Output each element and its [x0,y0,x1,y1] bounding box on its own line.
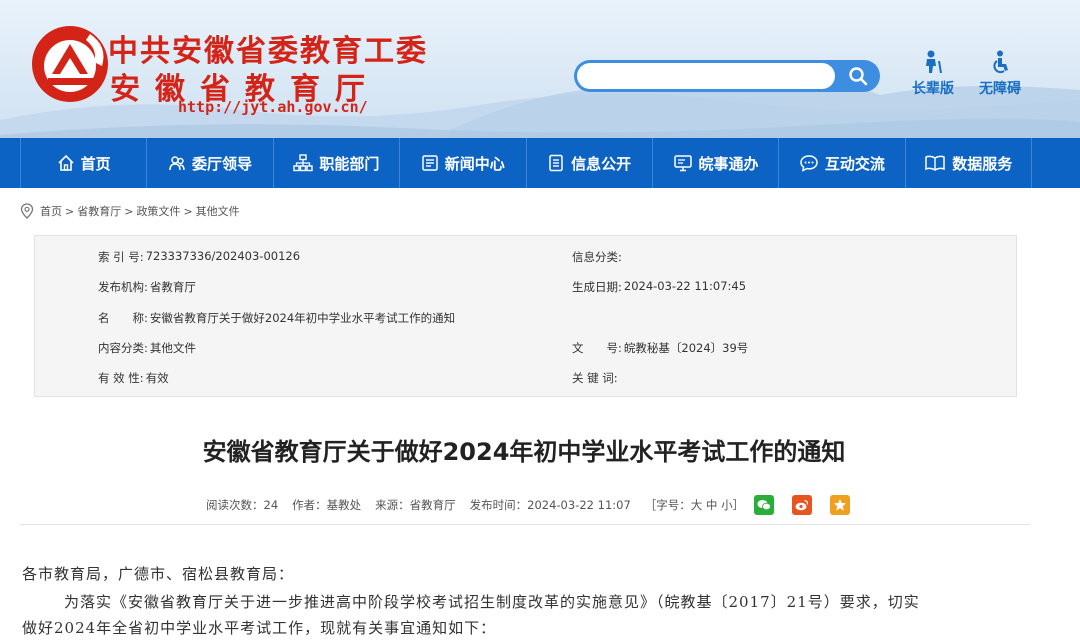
breadcrumb-home[interactable]: 首页 [40,203,62,219]
site-logo[interactable] [28,22,112,106]
document-info-box: 索 引 号: 723337336/202403-00126 信息分类: 发布机构… [34,235,1017,397]
breadcrumb: 首页 > 省教育厅 > 政策文件 > 其他文件 [20,202,243,220]
nav-item-data[interactable]: 数据服务 [906,138,1032,188]
weibo-share-button[interactable] [792,495,813,515]
accessibility-label: 无障碍 [979,81,1021,97]
main-nav: 首页 委厅领导 职能部门 新闻中心 信息公开 皖事通办 互动交流 数据服务 [0,138,1080,188]
search-icon [849,67,868,86]
info-category: 信息分类: [572,249,624,265]
elder-mode-button[interactable]: 长辈版 [905,50,961,98]
info-value: 有效 [145,371,169,385]
breadcrumb-other[interactable]: 其他文件 [196,203,240,219]
nav-label: 委厅领导 [192,154,253,173]
info-label: 生成日期: [572,280,622,294]
breadcrumb-separator: > [183,204,193,218]
org-icon [293,154,314,172]
info-value: 安徽省教育厅关于做好2024年初中学业水平考试工作的通知 [149,311,456,325]
info-label: 名 称: [98,311,148,325]
info-value: 2024-03-22 11:07:45 [623,279,747,293]
info-label: 文 号: [572,341,622,355]
breadcrumb-separator: > [65,204,75,218]
article-author: 作者：基教处 [292,498,362,512]
article-title: 安徽省教育厅关于做好2024年初中学业水平考试工作的通知 [202,438,846,466]
article-meta: 阅读次数：24 作者：基教处 来源：省教育厅 发布时间：2024-03-22 1… [206,495,878,515]
article-source: 来源：省教育厅 [375,498,456,512]
home-icon [58,154,74,171]
accessibility-icon [993,50,1008,74]
nav-label: 职能部门 [319,154,380,173]
info-value: 皖教秘基〔2024〕39号 [623,341,749,355]
publish-time: 发布时间：2024-03-22 11:07 [469,498,631,512]
info-label: 内容分类: [98,341,148,355]
info-label: 发布机构: [98,280,148,294]
nav-label: 信息公开 [571,154,632,173]
info-keywords: 关 键 词: [572,370,620,386]
info-value: 723337336/202403-00126 [145,249,301,263]
wechat-share-button[interactable] [754,495,775,515]
favorite-share-button[interactable] [830,495,851,515]
news-icon [422,155,438,171]
info-label: 关 键 词: [572,371,618,385]
nav-label: 首页 [80,154,111,173]
article-paragraph-continued: 做好2024年全省初中学业水平考试工作，现就有关事宜通知如下： [22,619,497,637]
accessibility-button[interactable]: 无障碍 [972,50,1028,98]
site-url: http://jyt.ah.gov.cn/ [178,98,368,116]
nav-item-leaders[interactable]: 委厅领导 [147,138,274,188]
nav-item-departments[interactable]: 职能部门 [274,138,401,188]
info-index: 索 引 号: 723337336/202403-00126 [98,249,300,265]
weibo-icon [795,499,809,511]
info-icon [549,154,563,172]
nav-item-interaction[interactable]: 互动交流 [779,138,906,188]
article-paragraph: 为落实《安徽省教育厅关于进一步推进高中阶段学校考试招生制度改革的实施意见》（皖教… [64,593,920,611]
info-value: 省教育厅 [149,280,196,294]
search-input[interactable] [577,63,835,89]
article-salutation: 各市教育局，广德市、宿松县教育局： [22,565,295,583]
search-box [574,60,880,92]
nav-item-news[interactable]: 新闻中心 [400,138,527,188]
meta-divider [20,524,1030,525]
info-value: 其他文件 [149,341,196,355]
breadcrumb-policy[interactable]: 政策文件 [136,203,180,219]
font-size-switcher[interactable]: ［字号：大 中 小］ [645,497,744,513]
nav-label: 互动交流 [824,154,885,173]
info-publisher: 发布机构: 省教育厅 [98,279,196,295]
elder-icon [926,50,942,74]
chat-icon [800,155,818,172]
info-content-category: 内容分类: 其他文件 [98,340,196,356]
breadcrumb-separator: > [124,204,134,218]
service-icon [673,155,692,172]
nav-item-info-public[interactable]: 信息公开 [527,138,653,188]
leaders-icon [169,156,185,171]
breadcrumb-dept[interactable]: 省教育厅 [77,203,121,219]
info-date: 生成日期: 2024-03-22 11:07:45 [572,279,746,295]
location-pin-icon [20,203,34,219]
share-buttons [754,495,864,515]
info-label: 有 效 性: [98,371,144,385]
view-count: 阅读次数：24 [206,498,279,512]
star-icon [834,499,847,511]
nav-label: 新闻中心 [444,154,505,173]
data-icon [925,155,946,171]
search-button[interactable] [836,60,880,92]
nav-item-services[interactable]: 皖事通办 [653,138,780,188]
info-label: 信息分类: [572,250,622,264]
info-validity: 有 效 性: 有效 [98,370,169,386]
nav-label: 皖事通办 [698,154,759,173]
info-doc-number: 文 号: 皖教秘基〔2024〕39号 [572,340,748,356]
site-header: 中共安徽省委教育工委 安徽省教育厅 http://jyt.ah.gov.cn/ … [0,0,1080,138]
info-name: 名 称: 安徽省教育厅关于做好2024年初中学业水平考试工作的通知 [98,310,455,326]
elder-mode-label: 长辈版 [912,81,954,97]
info-label: 索 引 号: [98,250,144,264]
wechat-icon [757,500,771,511]
nav-item-home[interactable]: 首页 [20,138,148,188]
nav-label: 数据服务 [952,154,1013,173]
